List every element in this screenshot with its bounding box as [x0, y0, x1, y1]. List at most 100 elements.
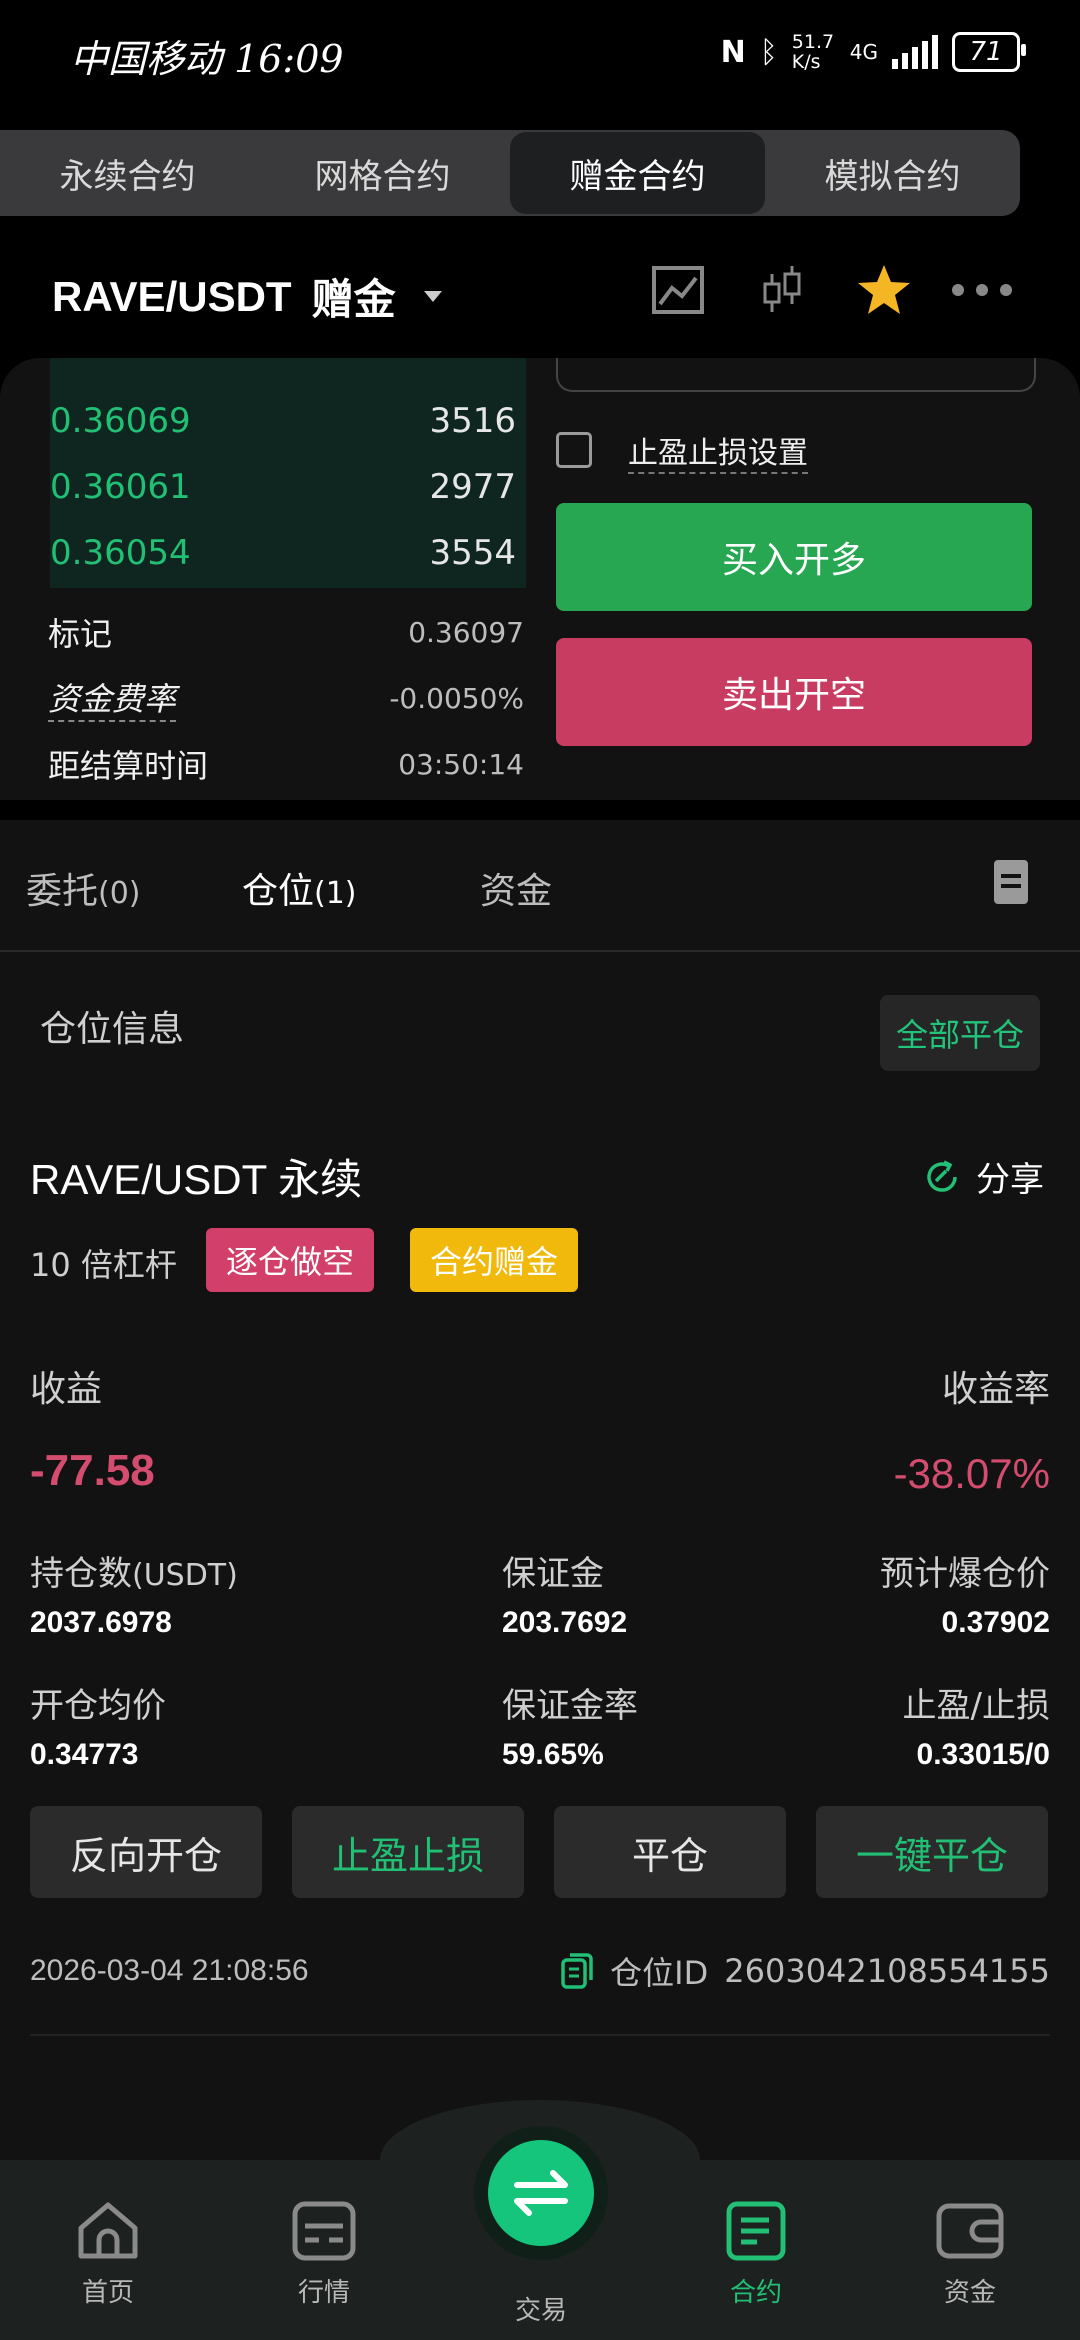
bid-price: 0.36061: [50, 467, 191, 507]
status-bar: 中国移动 16:09 N ᛒ 51.7 K/s 4G 71: [0, 0, 1080, 110]
pnl-rate-value: -38.07%: [893, 1450, 1050, 1497]
battery-icon: 71: [952, 32, 1026, 72]
settlement-row: 距结算时间 03:50:14: [48, 734, 524, 794]
carrier-time: 中国移动 16:09: [70, 37, 344, 81]
bid-qty: 3554: [429, 533, 516, 573]
margin-value: 203.7692: [502, 1606, 628, 1639]
nav-contract[interactable]: 合约: [696, 2200, 816, 2309]
action-label: 平仓: [631, 1833, 708, 1878]
nav-assets[interactable]: 资金: [910, 2200, 1030, 2309]
position-time: 2026-03-04 21:08:56: [30, 1954, 309, 1987]
share-button[interactable]: 分享: [924, 1152, 1044, 1201]
sell-label: 卖出开空: [721, 675, 866, 716]
tp-sl-value: 0.33015/0: [916, 1738, 1050, 1771]
funding-value: -0.0050%: [389, 681, 524, 715]
pnl-label: 收益: [30, 1369, 103, 1410]
list-icon[interactable]: [994, 860, 1028, 904]
swap-icon: [514, 2170, 568, 2216]
tab-demo[interactable]: 模拟合约: [765, 130, 1020, 216]
reverse-open-button[interactable]: 反向开仓: [30, 1806, 262, 1898]
funding-label: 资金费率: [48, 674, 177, 722]
chart-line-icon[interactable]: [648, 260, 708, 320]
home-icon: [78, 2202, 138, 2259]
tag-isolated-short: 逐仓做空: [206, 1228, 375, 1292]
market-icon: [292, 2201, 356, 2261]
pair-selector[interactable]: RAVE/USDT 赠金: [52, 266, 442, 327]
nfc-icon: N: [720, 34, 746, 70]
tab-label: 委托: [26, 871, 99, 912]
wallet-icon: [936, 2203, 1004, 2259]
size-value: 2037.6978: [30, 1606, 172, 1639]
position-info-title: 仓位信息: [40, 1009, 185, 1050]
buy-long-button[interactable]: 买入开多: [556, 503, 1032, 611]
close-position-button[interactable]: 平仓: [554, 1806, 786, 1898]
nav-trade[interactable]: 交易: [481, 2212, 601, 2327]
margin-label: 保证金: [502, 1554, 604, 1594]
net-speed: 51.7 K/s: [791, 31, 835, 73]
nav-label: 合约: [729, 2278, 782, 2308]
action-label: 止盈止损: [331, 1833, 484, 1878]
position-symbol: RAVE/USDT 永续: [30, 1156, 363, 1203]
tab-grid[interactable]: 网格合约: [255, 130, 510, 216]
tab-orders[interactable]: 委托(0): [26, 862, 141, 914]
bid-price: 0.36069: [50, 401, 191, 441]
bid-price: 0.36054: [50, 533, 191, 573]
action-label: 反向开仓: [69, 1833, 222, 1878]
tp-sl-checkbox[interactable]: [556, 432, 592, 468]
trade-panel: 0.36069 3516 0.36061 2977 0.36054 3554 标…: [0, 358, 1080, 800]
entry-price-label: 开仓均价: [30, 1686, 166, 1726]
liq-price-label: 预计爆仓价: [880, 1554, 1050, 1594]
size-label: 持仓数(USDT): [30, 1546, 238, 1595]
funding-rate-row[interactable]: 资金费率 -0.0050%: [48, 668, 524, 728]
tab-assets[interactable]: 资金: [480, 862, 552, 914]
tab-bonus[interactable]: 赠金合约: [510, 132, 765, 214]
pair-name: RAVE/USDT: [52, 272, 292, 320]
chevron-down-icon: [423, 291, 442, 302]
order-input[interactable]: [556, 358, 1036, 392]
orderbook-row[interactable]: 0.36061 2977: [50, 454, 516, 520]
share-icon: [927, 1159, 957, 1192]
size-label-text: 持仓数: [30, 1554, 132, 1594]
net-type: 4G: [849, 40, 878, 64]
settle-value: 03:50:14: [398, 747, 524, 781]
share-label: 分享: [976, 1160, 1044, 1200]
tag-bonus: 合约赠金: [410, 1228, 579, 1292]
nav-home[interactable]: 首页: [48, 2200, 168, 2309]
orderbook-row[interactable]: 0.36054 3554: [50, 520, 516, 586]
tab-label: 网格合约: [314, 156, 451, 197]
liq-price-value: 0.37902: [941, 1606, 1050, 1639]
nav-label: 交易: [514, 2296, 567, 2326]
pnl-value: -77.58: [30, 1446, 155, 1495]
position-id-label: 仓位ID: [610, 1954, 709, 1992]
candlestick-icon[interactable]: [752, 260, 812, 320]
mark-value: 0.36097: [408, 615, 524, 649]
tab-positions[interactable]: 仓位(1): [242, 862, 357, 914]
tp-sl-button[interactable]: 止盈止损: [292, 1806, 524, 1898]
sell-short-button[interactable]: 卖出开空: [556, 638, 1032, 746]
orderbook-row-partial: [50, 358, 516, 376]
more-icon[interactable]: [950, 260, 1014, 320]
orderbook-row[interactable]: 0.36069 3516: [50, 388, 516, 454]
tab-perpetual[interactable]: 永续合约: [0, 130, 255, 216]
divider: [30, 2034, 1050, 2036]
tp-sl-label[interactable]: 止盈止损设置: [628, 428, 808, 474]
star-icon[interactable]: [854, 260, 914, 320]
bluetooth-icon: ᛒ: [759, 34, 778, 70]
close-all-button[interactable]: 全部平仓: [880, 995, 1040, 1071]
nav-label: 行情: [297, 2278, 350, 2308]
contract-tabs: 永续合约 网格合约 赠金合约 模拟合约: [0, 130, 1020, 216]
battery-level: 71: [969, 37, 1003, 67]
one-click-close-button[interactable]: 一键平仓: [816, 1806, 1048, 1898]
tab-label: 永续合约: [59, 156, 196, 197]
bid-qty: 2977: [429, 467, 516, 507]
position-id[interactable]: 仓位ID 2603042108554155: [560, 1948, 1050, 1994]
margin-rate-label: 保证金率: [502, 1686, 638, 1726]
tp-sl-value-label: 止盈/止损: [902, 1686, 1050, 1726]
entry-price-value: 0.34773: [30, 1738, 139, 1771]
signal-icon: [892, 35, 938, 69]
tab-count: (1): [314, 876, 357, 911]
mark-price-row: 标记 0.36097: [48, 602, 524, 662]
position-id-value: 2603042108554155: [724, 1952, 1050, 1990]
status-icons: N ᛒ 51.7 K/s 4G 71: [720, 31, 1026, 73]
nav-market[interactable]: 行情: [264, 2200, 384, 2309]
